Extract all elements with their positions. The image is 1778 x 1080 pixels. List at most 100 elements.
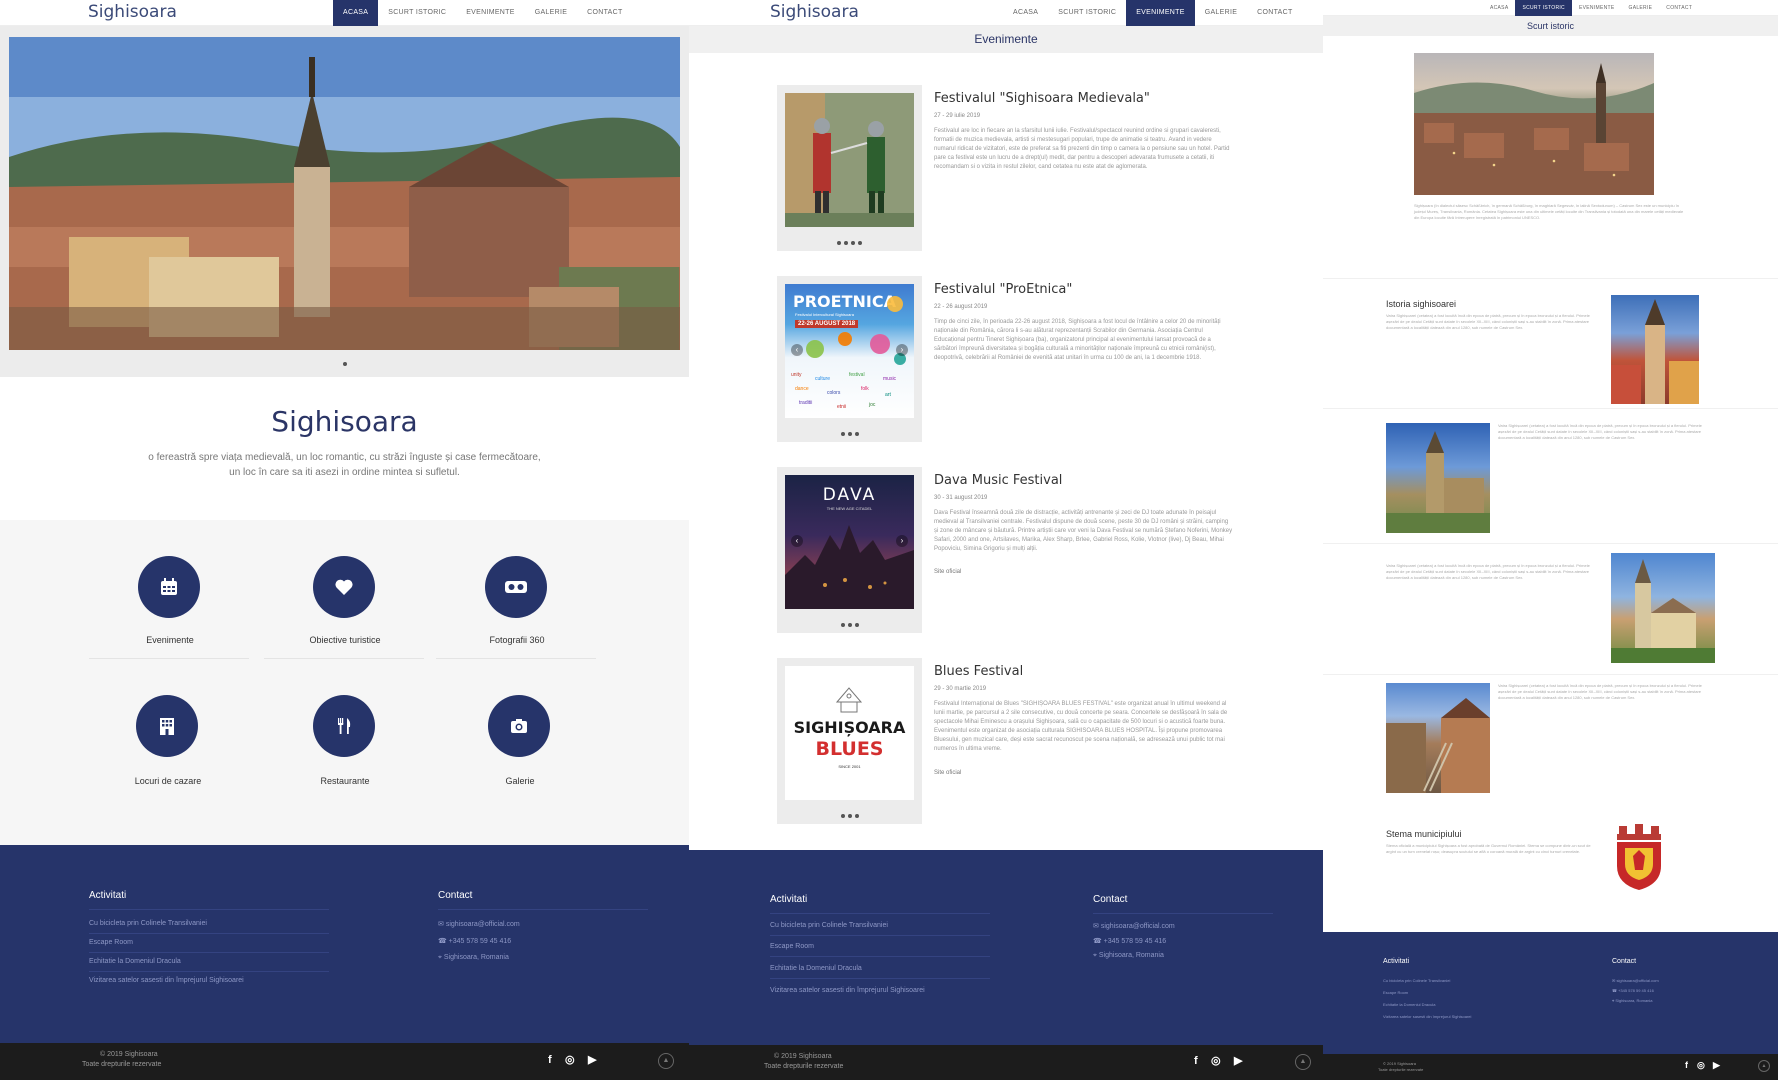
nav-item-evenimente[interactable]: EVENIMENTE — [1572, 0, 1622, 16]
footer-bottom-bar: © 2019 Sighisoara Toate drepturile rezer… — [0, 1043, 689, 1080]
contact-phone[interactable]: ☎ +345 578 59 45 416 — [1612, 988, 1654, 993]
nav-item-contact[interactable]: CONTACT — [1659, 0, 1699, 16]
activity-link[interactable]: Escape Room — [89, 939, 133, 946]
carousel-dot[interactable] — [847, 814, 852, 818]
contact-phone[interactable]: ☎ +345 578 59 45 416 — [438, 937, 511, 945]
facebook-icon[interactable]: f — [1194, 1055, 1198, 1067]
facebook-icon[interactable]: f — [548, 1054, 552, 1066]
nav-item-evenimente[interactable]: EVENIMENTE — [1126, 0, 1195, 26]
instagram-icon[interactable]: ◎ — [1211, 1054, 1221, 1067]
activity-link[interactable]: Cu bicicleta prin Colinele Transilvaniei — [89, 920, 207, 927]
carousel-dot[interactable] — [844, 241, 848, 245]
carousel-dot[interactable] — [858, 241, 862, 245]
feature-evenimente[interactable] — [138, 556, 200, 618]
nav-item-contact[interactable]: CONTACT — [1247, 0, 1302, 26]
carousel-dot[interactable] — [854, 623, 859, 627]
carousel-indicators[interactable] — [777, 232, 922, 250]
scroll-top-button[interactable]: ▲ — [658, 1053, 674, 1069]
activity-link[interactable]: Escape Room — [770, 943, 814, 950]
feature-galerie[interactable] — [488, 695, 550, 757]
feature-label[interactable]: Locuri de cazare — [83, 776, 253, 786]
carousel-dot[interactable] — [854, 814, 859, 818]
email-text[interactable]: sighisoara@official.com — [1101, 923, 1175, 930]
nav-item-acasa[interactable]: ACASA — [1003, 0, 1048, 26]
carousel-dot[interactable] — [847, 623, 852, 627]
phone-text[interactable]: +345 578 59 45 416 — [449, 938, 511, 945]
carousel-indicators[interactable] — [777, 614, 922, 632]
contact-email[interactable]: ✉ sighisoara@official.com — [1612, 978, 1659, 983]
scroll-top-button[interactable]: ▲ — [1758, 1060, 1770, 1072]
activity-link[interactable]: Echitatie la Domeniul Dracula — [1383, 1002, 1435, 1007]
feature-label[interactable]: Fotografii 360 — [432, 635, 602, 645]
nav-item-galerie[interactable]: GALERIE — [525, 0, 577, 26]
nav-item-scurt-istoric[interactable]: SCURT ISTORIC — [1515, 0, 1572, 16]
carousel-next-button[interactable]: › — [896, 344, 908, 356]
carousel-indicators[interactable] — [777, 423, 922, 441]
youtube-icon[interactable]: ▶ — [1234, 1054, 1242, 1067]
carousel-prev-button[interactable]: ‹ — [791, 344, 803, 356]
carousel-dot[interactable] — [342, 362, 347, 366]
event-carousel[interactable] — [777, 85, 922, 251]
carousel-dot[interactable] — [837, 241, 841, 245]
activity-link[interactable]: Escape Room — [1383, 990, 1408, 995]
scroll-top-button[interactable]: ▲ — [1295, 1054, 1311, 1070]
official-site-link[interactable]: Site oficial — [934, 770, 961, 776]
facebook-icon[interactable]: f — [1685, 1060, 1688, 1070]
site-logo[interactable]: Sighisoara — [88, 2, 177, 22]
instagram-icon[interactable]: ◎ — [1697, 1060, 1705, 1071]
event-carousel[interactable]: SIGHIȘOARA BLUES SINCE 2001 — [777, 658, 922, 824]
activity-link[interactable]: Vizitarea satelor sasesti din împrejurul… — [1383, 1014, 1471, 1019]
activity-link[interactable]: Vizitarea satelor sasesti din împrejurul… — [770, 987, 925, 994]
activity-link[interactable]: Echitatie la Domeniul Dracula — [89, 958, 181, 965]
carousel-next-button[interactable]: › — [896, 535, 908, 547]
activity-link[interactable]: Vizitarea satelor sasesti din împrejurul… — [89, 977, 244, 984]
email-text[interactable]: sighisoara@official.com — [1616, 978, 1658, 983]
carousel-indicators[interactable] — [0, 353, 689, 371]
phone-text[interactable]: +345 578 59 45 416 — [1618, 988, 1654, 993]
feature-label[interactable]: Restaurante — [260, 776, 430, 786]
nav-item-scurt-istoric[interactable]: SCURT ISTORIC — [378, 0, 456, 26]
carousel-dot[interactable] — [840, 814, 845, 818]
event-title[interactable]: Blues Festival — [934, 664, 1023, 679]
activity-link[interactable]: Cu bicicleta prin Colinele Transilvaniei — [770, 922, 888, 929]
carousel-dot[interactable] — [840, 432, 845, 436]
nav-item-acasa[interactable]: ACASA — [1483, 0, 1515, 16]
feature-label[interactable]: Obiective turistice — [260, 635, 430, 645]
event-title[interactable]: Festivalul "ProEtnica" — [934, 282, 1072, 297]
site-logo[interactable]: Sighisoara — [770, 2, 859, 22]
carousel-prev-button[interactable]: ‹ — [791, 535, 803, 547]
instagram-icon[interactable]: ◎ — [565, 1053, 575, 1066]
youtube-icon[interactable]: ▶ — [1713, 1060, 1720, 1071]
feature-restaurante[interactable] — [313, 695, 375, 757]
carousel-dot[interactable] — [840, 623, 845, 627]
feature-label[interactable]: Galerie — [435, 776, 605, 786]
event-carousel[interactable]: DAVA THE NEW AGE CITADEL ‹ › — [777, 467, 922, 633]
nav-item-contact[interactable]: CONTACT — [577, 0, 632, 26]
carousel-dot[interactable] — [854, 432, 859, 436]
nav-item-acasa[interactable]: ACASA — [333, 0, 379, 26]
event-carousel[interactable]: PROETNICA Festivalul Intercultural Sighi… — [777, 276, 922, 442]
contact-email[interactable]: ✉ sighisoara@official.com — [1093, 922, 1175, 930]
nav-item-galerie[interactable]: GALERIE — [1622, 0, 1660, 16]
hero-carousel[interactable] — [0, 26, 689, 377]
phone-text[interactable]: +345 578 59 45 416 — [1104, 938, 1166, 945]
youtube-icon[interactable]: ▶ — [588, 1053, 596, 1066]
nav-item-galerie[interactable]: GALERIE — [1195, 0, 1247, 26]
contact-email[interactable]: ✉ sighisoara@official.com — [438, 920, 520, 928]
feature-fotografii-360[interactable] — [485, 556, 547, 618]
nav-item-evenimente[interactable]: EVENIMENTE — [456, 0, 525, 26]
activity-link[interactable]: Cu bicicleta prin Colinele Transilvaniei — [1383, 978, 1450, 983]
email-text[interactable]: sighisoara@official.com — [446, 921, 520, 928]
activity-link[interactable]: Echitatie la Domeniul Dracula — [770, 965, 862, 972]
feature-locuri-de-cazare[interactable] — [136, 695, 198, 757]
feature-obiective-turistice[interactable] — [313, 556, 375, 618]
event-title[interactable]: Festivalul "Sighisoara Medievala" — [934, 91, 1150, 106]
event-title[interactable]: Dava Music Festival — [934, 473, 1062, 488]
carousel-dot[interactable] — [851, 241, 855, 245]
contact-phone[interactable]: ☎ +345 578 59 45 416 — [1093, 937, 1166, 945]
carousel-dot[interactable] — [847, 432, 852, 436]
feature-label[interactable]: Evenimente — [85, 635, 255, 645]
official-site-link[interactable]: Site oficial — [934, 569, 961, 575]
carousel-indicators[interactable] — [777, 805, 922, 823]
nav-item-scurt-istoric[interactable]: SCURT ISTORIC — [1048, 0, 1126, 26]
